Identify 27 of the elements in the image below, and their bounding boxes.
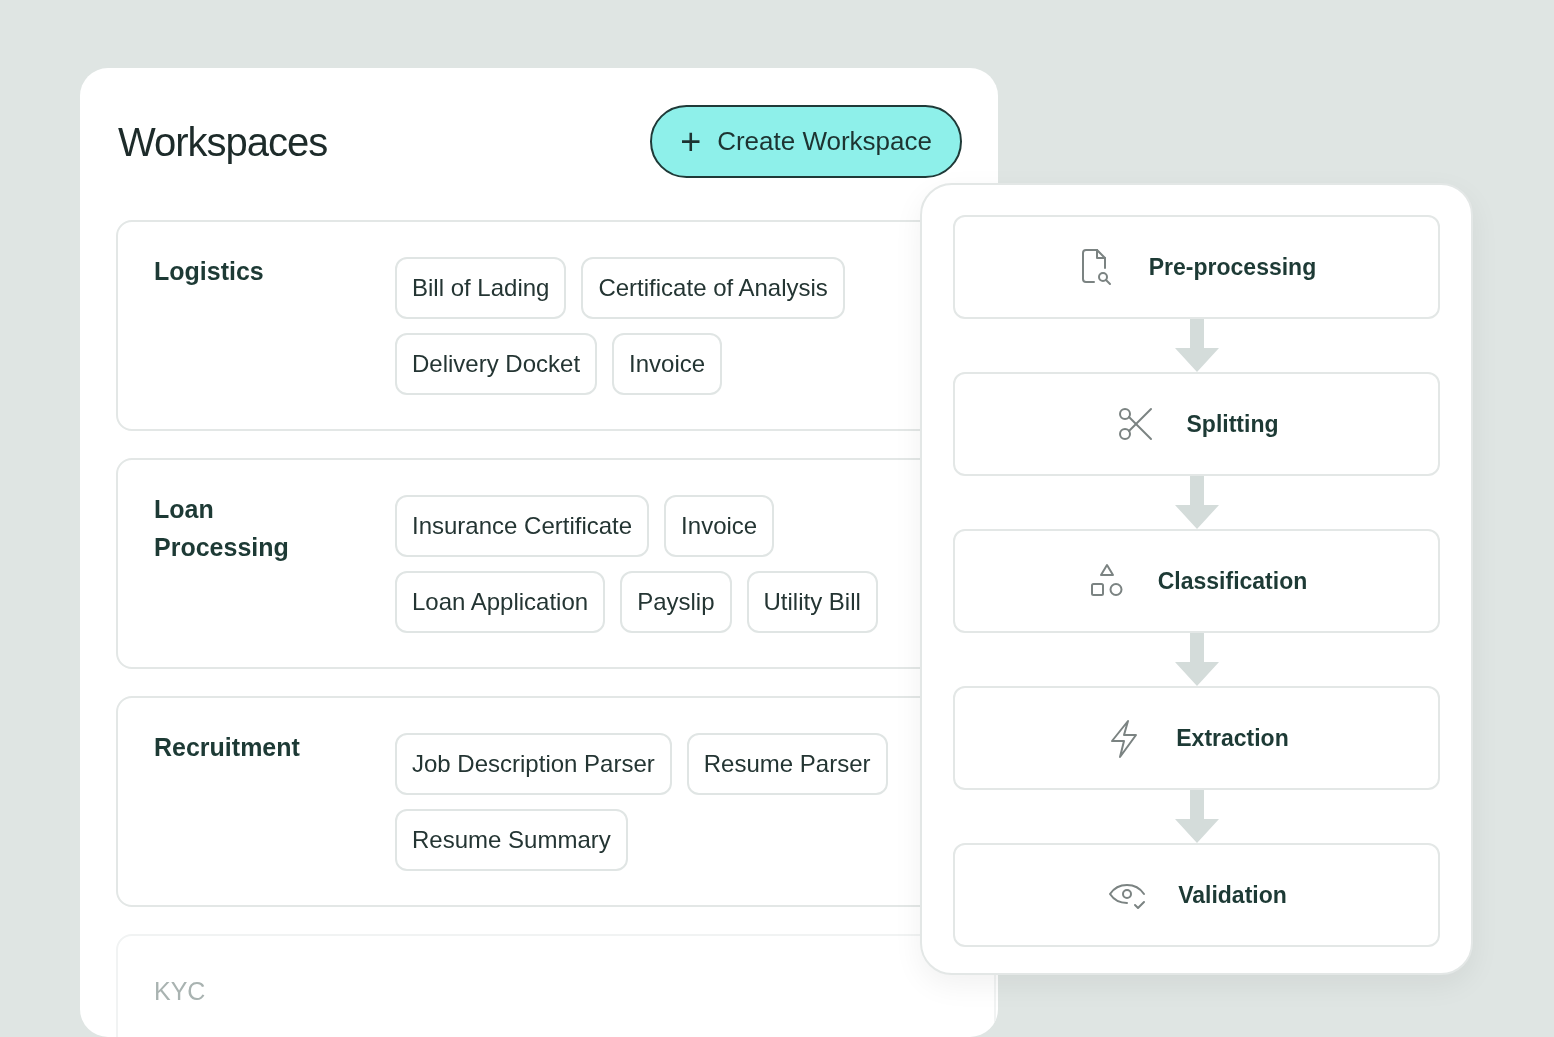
workspace-name: KYC bbox=[154, 976, 207, 1007]
step-label: Extraction bbox=[1176, 723, 1289, 753]
document-type-tag: Invoice bbox=[612, 333, 723, 395]
document-type-tag: Job Description Parser bbox=[395, 733, 672, 795]
down-arrow-icon bbox=[1174, 319, 1219, 372]
page-title: Workspaces bbox=[118, 118, 328, 166]
down-arrow-icon bbox=[1174, 790, 1219, 843]
create-workspace-button[interactable]: + Create Workspace bbox=[650, 105, 962, 178]
document-type-tag: Insurance Certificate bbox=[395, 495, 650, 557]
document-type-tag: Delivery Docket bbox=[395, 333, 598, 395]
workspace-name: Loan Processing bbox=[154, 494, 290, 563]
document-type-tag: Payslip bbox=[620, 571, 732, 633]
down-arrow-icon bbox=[1174, 476, 1219, 529]
document-type-tag: Bill of Lading bbox=[395, 257, 567, 319]
document-type-tag: Resume Summary bbox=[395, 809, 628, 871]
document-type-tag: Resume Parser bbox=[686, 733, 888, 795]
workspace-name: Logistics bbox=[154, 256, 265, 287]
step-label: Classification bbox=[1157, 566, 1308, 596]
document-type-tag: Loan Application bbox=[395, 571, 606, 633]
step-label: Splitting bbox=[1186, 409, 1279, 439]
document-type-tag: Certificate of Analysis bbox=[581, 257, 845, 319]
workspace-name: Recruitment bbox=[154, 732, 301, 763]
down-arrow-icon bbox=[1174, 633, 1219, 686]
document-type-tag: Invoice bbox=[664, 495, 775, 557]
document-type-tag: Utility Bill bbox=[746, 571, 878, 633]
step-label: Pre-processing bbox=[1148, 252, 1317, 282]
step-label: Validation bbox=[1178, 880, 1287, 910]
